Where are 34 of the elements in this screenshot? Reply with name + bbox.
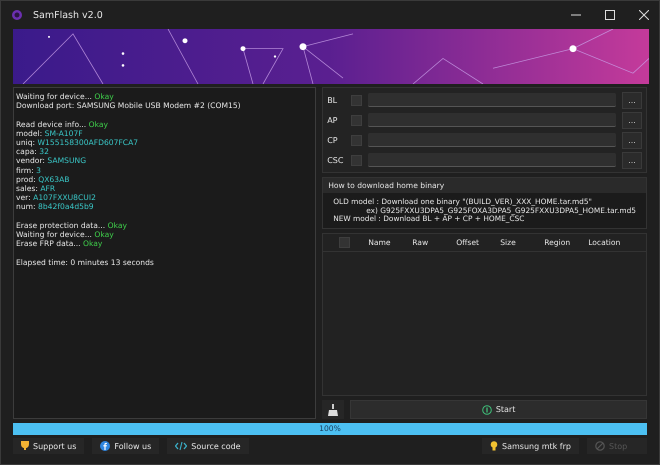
source-button[interactable]: Source code — [167, 438, 249, 454]
checkbox[interactable] — [351, 134, 362, 146]
cup-icon — [21, 441, 29, 451]
light-bulb-icon — [490, 441, 498, 451]
broom-icon — [328, 404, 338, 416]
file-label: BL — [327, 96, 338, 104]
checkbox[interactable] — [351, 94, 362, 106]
browse-button[interactable]: ... — [622, 112, 642, 128]
file-path-field[interactable] — [368, 113, 616, 127]
power-icon — [482, 404, 492, 414]
select-all-checkbox[interactable] — [339, 236, 350, 248]
app-logo-icon — [11, 9, 23, 21]
checkbox[interactable] — [351, 154, 362, 166]
browse-button[interactable]: ... — [622, 92, 642, 108]
file-label: AP — [327, 116, 338, 124]
file-label: CSC — [327, 156, 344, 164]
browse-button[interactable]: ... — [622, 132, 642, 148]
file-path-field[interactable] — [368, 93, 616, 107]
file-label: CP — [327, 136, 339, 144]
browse-button[interactable]: ... — [622, 152, 642, 168]
close-icon[interactable] — [639, 10, 649, 20]
code-icon — [175, 441, 188, 451]
stop-icon — [595, 441, 605, 451]
maximize-icon[interactable] — [605, 10, 615, 20]
file-path-field[interactable] — [368, 153, 616, 167]
checkbox[interactable] — [351, 114, 362, 126]
follow-button[interactable]: Follow us — [92, 438, 160, 454]
samsung-mtk-frp-button[interactable]: Samsung mtk frp — [482, 438, 579, 454]
clear-log-button[interactable] — [322, 400, 344, 419]
start-button[interactable]: Start — [350, 400, 647, 419]
window-title: SamFlash v2.0 — [33, 10, 103, 20]
facebook-icon — [100, 441, 110, 451]
support-button[interactable]: Support us — [13, 438, 84, 454]
file-path-field[interactable] — [368, 133, 616, 147]
